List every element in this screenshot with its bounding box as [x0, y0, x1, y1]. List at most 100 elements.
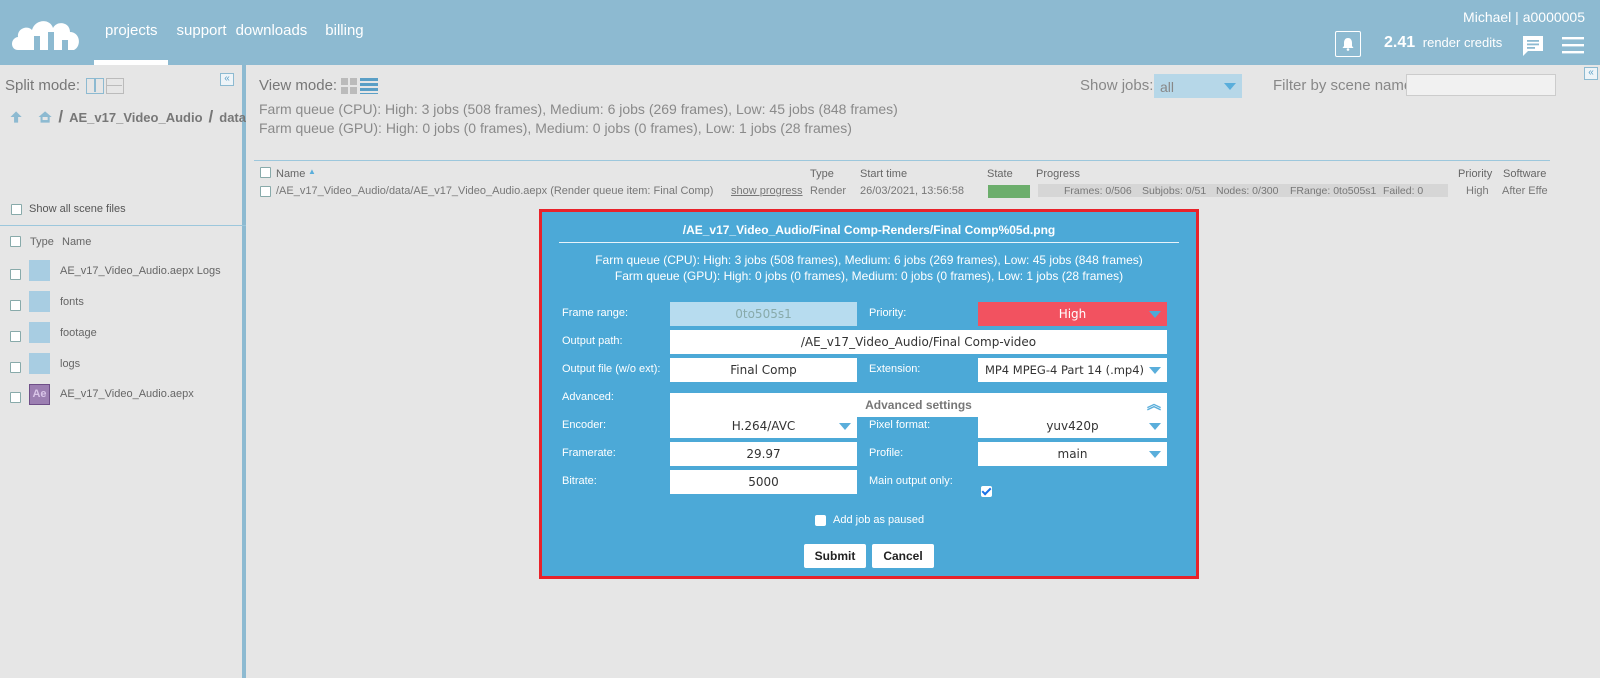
- jobs-table-header: Name ▲ Type Start time State Progress Pr…: [254, 160, 1550, 183]
- list-view-icon[interactable]: [360, 77, 379, 94]
- breadcrumb-item-data[interactable]: data: [219, 110, 246, 125]
- cancel-button[interactable]: Cancel: [872, 544, 934, 568]
- row-checkbox[interactable]: [10, 331, 21, 342]
- priority-select[interactable]: High: [978, 302, 1167, 326]
- home-icon[interactable]: [38, 105, 52, 129]
- advanced-settings-label: Advanced settings: [865, 398, 972, 412]
- chevron-double-up-icon: ︽: [1147, 396, 1161, 412]
- job-name: /AE_v17_Video_Audio/data/AE_v17_Video_Au…: [276, 185, 714, 197]
- breadcrumb-item-project[interactable]: AE_v17_Video_Audio: [69, 110, 202, 125]
- column-name[interactable]: Name: [276, 168, 305, 180]
- split-vertical-icon[interactable]: [86, 77, 105, 94]
- after-effects-file-icon: Ae: [29, 384, 50, 405]
- bitrate-label: Bitrate:: [562, 475, 597, 487]
- filter-scene-input[interactable]: [1406, 74, 1556, 96]
- list-item[interactable]: Ae AE_v17_Video_Audio.aepx: [0, 380, 242, 411]
- show-progress-link[interactable]: show progress: [731, 185, 803, 197]
- list-item[interactable]: AE_v17_Video_Audio.aepx Logs: [0, 257, 242, 288]
- nav-downloads[interactable]: downloads: [236, 0, 317, 65]
- chevron-down-icon: [1149, 367, 1161, 374]
- main-output-only-checkbox[interactable]: [981, 486, 992, 497]
- progress-failed: Failed: 0: [1383, 185, 1424, 197]
- nav-projects[interactable]: projects: [94, 0, 168, 65]
- view-mode: View mode:: [259, 77, 379, 94]
- collapse-left-panel-button[interactable]: «: [220, 73, 234, 86]
- column-name[interactable]: Name: [62, 236, 91, 248]
- chat-icon[interactable]: [1521, 34, 1545, 58]
- hamburger-menu-icon[interactable]: [1562, 36, 1584, 54]
- split-mode-label: Split mode:: [5, 77, 81, 94]
- priority-value: High: [1058, 307, 1087, 321]
- chevron-down-icon: [1149, 311, 1161, 318]
- job-progress-bar: Frames: 0/506 Subjobs: 0/51 Nodes: 0/300…: [1038, 184, 1448, 197]
- bell-icon: [1342, 38, 1354, 51]
- row-checkbox[interactable]: [10, 300, 21, 311]
- file-name: fonts: [60, 296, 84, 308]
- encoder-label: Encoder:: [562, 419, 607, 431]
- progress-subjobs: Subjobs: 0/51: [1142, 185, 1207, 197]
- select-all-files-checkbox[interactable]: [10, 236, 21, 247]
- bitrate-input[interactable]: 5000: [670, 470, 857, 494]
- column-type[interactable]: Type: [810, 168, 834, 180]
- breadcrumb-separator: /: [208, 107, 214, 126]
- encoder-select[interactable]: H.264/AVC: [670, 414, 857, 438]
- add-job-paused[interactable]: Add job as paused: [815, 514, 924, 526]
- dialog-title: /AE_v17_Video_Audio/Final Comp-Renders/F…: [682, 223, 1056, 237]
- output-path-label: Output path:: [562, 335, 623, 347]
- view-mode-label: View mode:: [259, 77, 338, 94]
- row-checkbox[interactable]: [10, 362, 21, 373]
- extension-select[interactable]: MP4 MPEG-4 Part 14 (.mp4): [978, 358, 1167, 382]
- column-type[interactable]: Type: [30, 236, 54, 248]
- column-priority[interactable]: Priority: [1458, 168, 1492, 180]
- show-all-checkbox[interactable]: [11, 203, 22, 215]
- breadcrumb: / AE_v17_Video_Audio / data: [10, 105, 246, 129]
- pixel-format-select[interactable]: yuv420p: [978, 414, 1167, 438]
- extension-value: MP4 MPEG-4 Part 14 (.mp4): [984, 363, 1145, 377]
- column-progress[interactable]: Progress: [1036, 168, 1080, 180]
- folder-icon: [29, 291, 50, 312]
- file-table-header: Type Name: [0, 225, 246, 255]
- frame-range-input[interactable]: 0to505s1: [670, 302, 857, 326]
- render-credits: 2.41 render credits: [1384, 34, 1502, 52]
- column-state[interactable]: State: [987, 168, 1013, 180]
- show-all-scene-files[interactable]: Show all scene files: [11, 203, 126, 215]
- row-checkbox[interactable]: [10, 269, 21, 280]
- profile-select[interactable]: main: [978, 442, 1167, 466]
- submit-button[interactable]: Submit: [804, 544, 866, 568]
- state-badge: [988, 185, 1030, 198]
- add-paused-checkbox[interactable]: [815, 514, 826, 526]
- credits-label: render credits: [1422, 35, 1503, 50]
- row-checkbox[interactable]: [10, 392, 21, 403]
- up-arrow-icon[interactable]: [10, 105, 22, 129]
- row-checkbox[interactable]: [260, 186, 271, 197]
- grid-view-icon[interactable]: [341, 77, 358, 94]
- notifications-button[interactable]: [1335, 31, 1361, 57]
- dialog-divider: [559, 242, 1179, 243]
- column-software[interactable]: Software: [1503, 168, 1546, 180]
- nav-billing[interactable]: billing: [316, 0, 372, 65]
- list-item[interactable]: logs: [0, 350, 242, 381]
- table-row[interactable]: /AE_v17_Video_Audio/data/AE_v17_Video_Au…: [254, 183, 1550, 201]
- cloud-logo[interactable]: [10, 6, 84, 58]
- filter-label: Filter by scene name:: [1273, 77, 1417, 94]
- credits-value: 2.41: [1384, 34, 1416, 51]
- framerate-label: Framerate:: [562, 447, 616, 459]
- framerate-input[interactable]: 29.97: [670, 442, 857, 466]
- show-jobs-value: all: [1160, 79, 1175, 95]
- column-start-time[interactable]: Start time: [860, 168, 907, 180]
- show-jobs-select[interactable]: all: [1154, 74, 1242, 98]
- output-path-input[interactable]: /AE_v17_Video_Audio/Final Comp-video: [670, 330, 1167, 354]
- list-item[interactable]: fonts: [0, 288, 242, 319]
- profile-value: main: [1057, 447, 1088, 461]
- nav-support[interactable]: support: [168, 0, 236, 65]
- user-account[interactable]: Michael | a0000005: [1463, 9, 1585, 25]
- output-file-input[interactable]: Final Comp: [670, 358, 857, 382]
- list-item[interactable]: footage: [0, 319, 242, 350]
- select-all-jobs-checkbox[interactable]: [260, 167, 271, 178]
- job-type: Render: [810, 185, 847, 197]
- folder-icon: [29, 353, 50, 374]
- folder-icon: [29, 322, 50, 343]
- split-horizontal-icon[interactable]: [106, 77, 125, 94]
- expand-right-panel-button[interactable]: «: [1584, 67, 1598, 80]
- output-file-label: Output file (w/o ext):: [562, 363, 661, 375]
